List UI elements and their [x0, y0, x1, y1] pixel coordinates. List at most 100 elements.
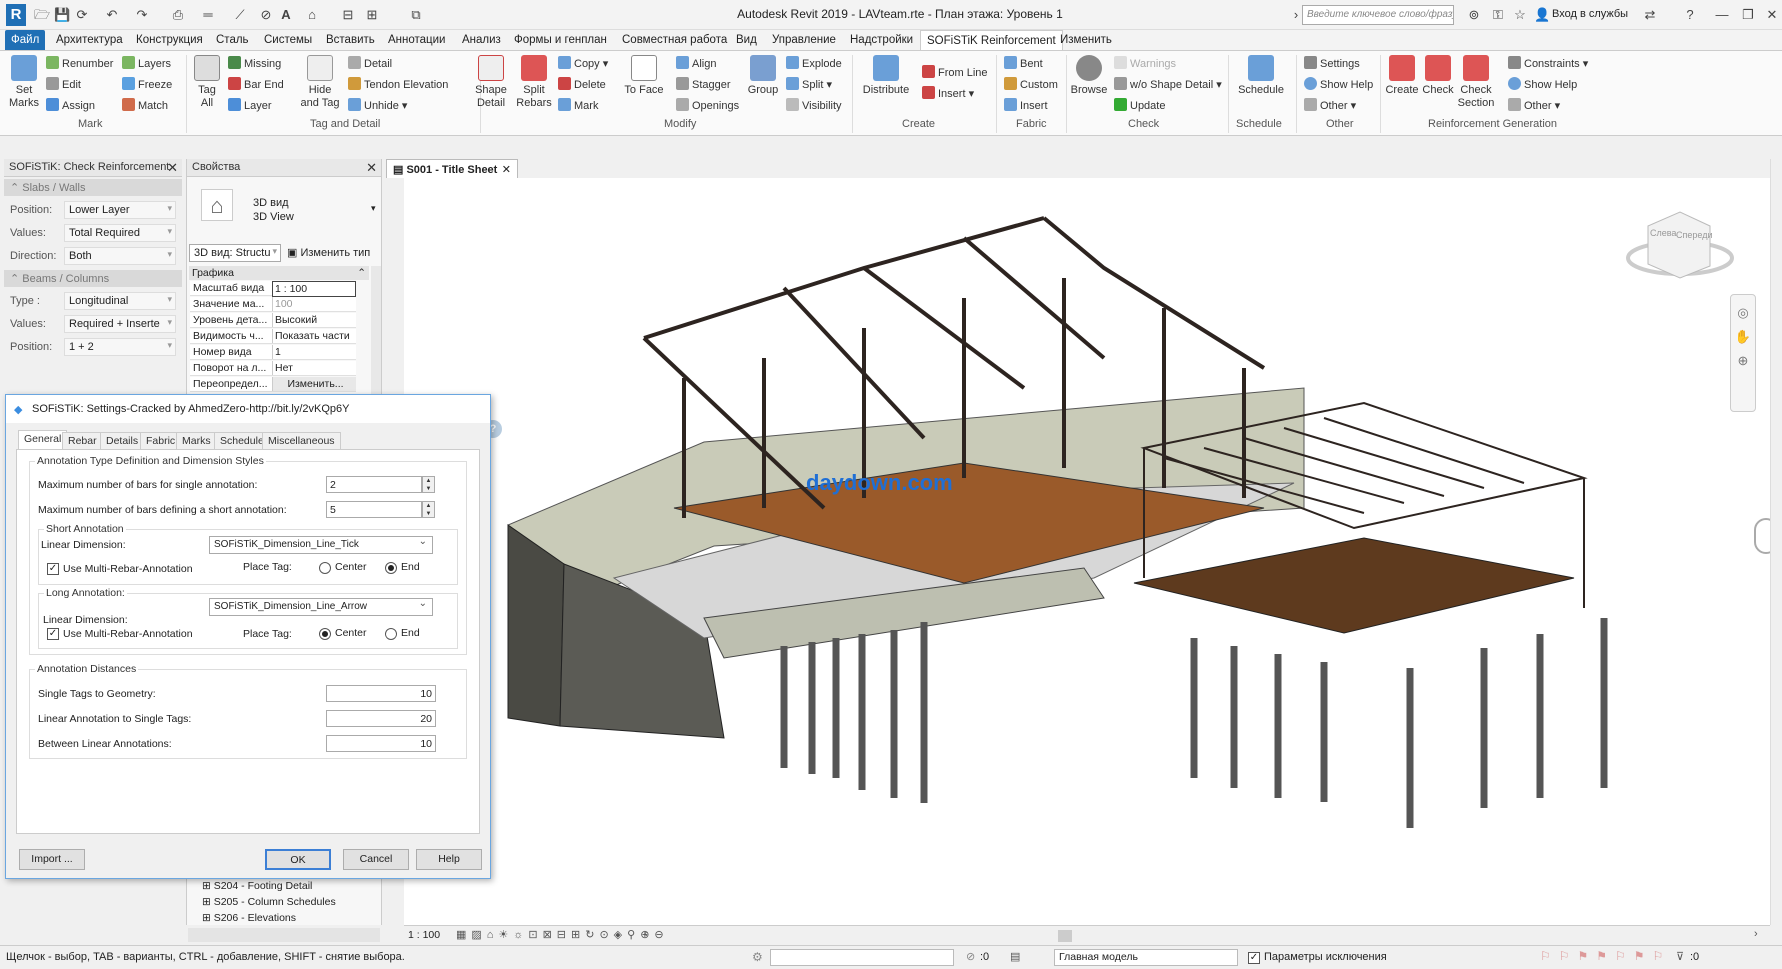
other-dropdown[interactable]: Other ▾	[1304, 98, 1356, 113]
editable-icon[interactable]: ⊘	[966, 950, 975, 963]
scroll-left-icon[interactable]: ‹	[644, 928, 648, 940]
max-short-spinner[interactable]: ▲ ▼	[422, 501, 435, 518]
open-icon[interactable]: 🗁	[34, 7, 50, 23]
short-center-radio[interactable]	[319, 562, 331, 574]
max-short-input[interactable]: 5	[326, 501, 422, 518]
long-multi-rebar-checkbox[interactable]: ✓	[47, 628, 59, 640]
tab-annotate[interactable]: Аннотации	[382, 30, 451, 50]
split-button[interactable]: Split ▾	[786, 77, 832, 92]
single-tags-input[interactable]: 10	[326, 685, 436, 702]
redo-icon[interactable]: ↷	[134, 7, 150, 23]
exchange-icon[interactable]: ⇄	[1642, 7, 1658, 23]
browse-button[interactable]: Browse	[1070, 55, 1108, 97]
edit-type-button[interactable]: ▣ Изменить тип	[287, 244, 379, 262]
text-icon[interactable]: A	[278, 7, 294, 23]
3d-icon[interactable]: ⌂	[304, 7, 320, 23]
reinf-other-dropdown[interactable]: Other ▾	[1508, 98, 1560, 113]
viewport-scrollbar[interactable]	[1770, 159, 1782, 925]
mark-panel-label[interactable]: Mark	[78, 118, 102, 130]
help-icon[interactable]: ?	[1682, 7, 1698, 23]
favorites-icon[interactable]: ☆	[1512, 7, 1528, 23]
short-dimension-select[interactable]: SOFiSTiK_Dimension_Line_Tick	[209, 536, 433, 554]
property-value[interactable]: Показать части	[272, 329, 356, 343]
reinf-show-help-button[interactable]: Show Help	[1508, 77, 1577, 92]
print-icon[interactable]: ⎙	[170, 7, 186, 23]
bent-button[interactable]: Bent	[1004, 56, 1043, 71]
from-line-button[interactable]: From Line	[922, 65, 988, 80]
tab-steel[interactable]: Сталь	[210, 30, 255, 50]
tab-structure[interactable]: Конструкция	[130, 30, 209, 50]
delete-button[interactable]: Delete	[558, 77, 606, 92]
close-icon[interactable]: ✕	[167, 160, 178, 176]
graphics-section[interactable]: Графика ⌃	[189, 266, 369, 280]
view-tab-title-sheet[interactable]: ▤ S001 - Title Sheet ✕	[386, 159, 518, 178]
horizontal-scroll-thumb[interactable]	[1058, 930, 1072, 942]
create-panel-label[interactable]: Create	[902, 118, 935, 130]
values-select[interactable]: Total Required	[64, 224, 176, 242]
binoculars-icon[interactable]: ⊚	[1466, 7, 1482, 23]
design-option-select[interactable]: Главная модель	[1054, 949, 1238, 966]
save-icon[interactable]: 💾	[54, 7, 70, 23]
close-hidden-icon[interactable]: ⊞	[364, 7, 380, 23]
type-select[interactable]: Longitudinal	[64, 292, 176, 310]
tab-rebar[interactable]: Rebar	[62, 432, 103, 449]
ok-button[interactable]: OK	[265, 849, 331, 870]
worksharing-icon[interactable]: ⚙	[752, 950, 763, 964]
schedule-panel-label[interactable]: Schedule	[1236, 118, 1282, 130]
scroll-right-icon[interactable]: ›	[1754, 928, 1758, 940]
mark-button[interactable]: Mark	[558, 98, 598, 113]
view-scale[interactable]: 1 : 100	[408, 929, 440, 941]
close-icon[interactable]: ✕	[502, 163, 511, 176]
to-face-button[interactable]: To Face	[622, 55, 666, 97]
zoom-icon[interactable]: ⊕	[1731, 353, 1755, 369]
filter-icon[interactable]: ⊽	[1676, 950, 1684, 963]
property-row[interactable]: Уровень дета... Высокий	[190, 313, 356, 328]
wo-shape-detail-button[interactable]: w/o Shape Detail ▾	[1114, 77, 1222, 92]
layers-button[interactable]: Layers	[122, 56, 171, 71]
workset-select[interactable]	[770, 949, 954, 966]
tab-marks[interactable]: Marks	[176, 432, 217, 449]
direction-select[interactable]: Both	[64, 247, 176, 265]
renumber-button[interactable]: Renumber	[46, 56, 113, 71]
tab-collaborate[interactable]: Совместная работа	[616, 30, 733, 50]
dimension-icon[interactable]: ⟋	[232, 7, 248, 23]
edit-mark-button[interactable]: Edit	[46, 77, 81, 92]
check-section-button[interactable]: Check Section	[1456, 55, 1496, 110]
maximize-icon[interactable]: ❐	[1740, 7, 1756, 23]
missing-button[interactable]: Missing	[228, 56, 281, 71]
tag-all-button[interactable]: Tag All	[192, 55, 222, 110]
close-icon[interactable]: ✕	[366, 160, 377, 176]
tab-sofistik-reinforcement[interactable]: SOFiSTiK Reinforcement	[920, 30, 1063, 50]
measure-icon[interactable]: ═	[200, 7, 216, 23]
browser-item[interactable]: ⊞ S204 - Footing Detail	[202, 880, 312, 892]
custom-button[interactable]: Custom	[1004, 77, 1058, 92]
search-input[interactable]: Введите ключевое слово/фразу	[1302, 5, 1454, 25]
property-row[interactable]: Масштаб вида 1 : 100	[190, 281, 356, 297]
user-icon[interactable]: 👤	[1534, 7, 1550, 23]
browser-item[interactable]: ⊞ S206 - Elevations	[202, 912, 296, 924]
property-row[interactable]: Значение ма... 100	[190, 297, 356, 312]
tab-architecture[interactable]: Архитектура	[50, 30, 129, 50]
create-insert-button[interactable]: Insert ▾	[922, 86, 974, 101]
tab-systems[interactable]: Системы	[258, 30, 318, 50]
property-row[interactable]: Номер вида 1	[190, 345, 356, 360]
align-button[interactable]: Align	[676, 56, 716, 71]
openings-button[interactable]: Openings	[676, 98, 739, 113]
property-value[interactable]: 1 : 100	[272, 281, 356, 297]
fabric-insert-button[interactable]: Insert	[1004, 98, 1048, 113]
tab-view[interactable]: Вид	[730, 30, 763, 50]
exclusions-checkbox[interactable]: ✓	[1248, 952, 1260, 964]
position-select[interactable]: Lower Layer	[64, 201, 176, 219]
3d-viewport[interactable]: Слева Спереди daydown.com ◎ ✋ ⊕ ?	[404, 178, 1778, 925]
instance-selector[interactable]: 3D вид: Structu	[189, 244, 281, 262]
assign-button[interactable]: Assign	[46, 98, 95, 113]
match-button[interactable]: Match	[122, 98, 168, 113]
tab-manage[interactable]: Управление	[766, 30, 842, 50]
property-value[interactable]: Высокий	[272, 313, 356, 327]
revit-logo-icon[interactable]: R	[6, 4, 26, 26]
property-row[interactable]: Видимость ч... Показать части	[190, 329, 356, 344]
undo-icon[interactable]: ↶	[104, 7, 120, 23]
linear-single-input[interactable]: 20	[326, 710, 436, 727]
shape-detail-button[interactable]: Shape Detail	[470, 55, 512, 110]
show-help-button[interactable]: Show Help	[1304, 77, 1373, 92]
